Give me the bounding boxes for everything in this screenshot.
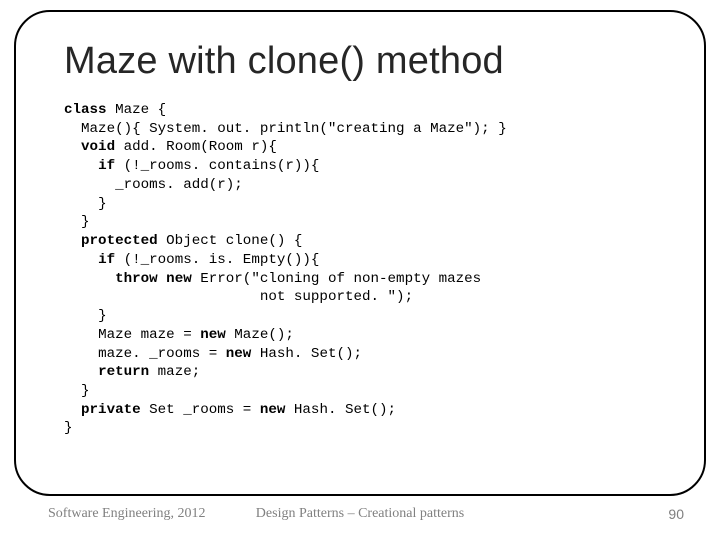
footer: Software Engineering, 2012 Design Patter… [0, 506, 720, 528]
footer-center: Design Patterns – Creational patterns [0, 506, 720, 522]
footer-page: 90 [668, 506, 684, 522]
slide-frame: Maze with clone() method class Maze { Ma… [14, 10, 706, 496]
slide: Maze with clone() method class Maze { Ma… [0, 0, 720, 540]
code-block: class Maze { Maze(){ System. out. printl… [64, 101, 656, 438]
slide-title: Maze with clone() method [64, 40, 656, 83]
